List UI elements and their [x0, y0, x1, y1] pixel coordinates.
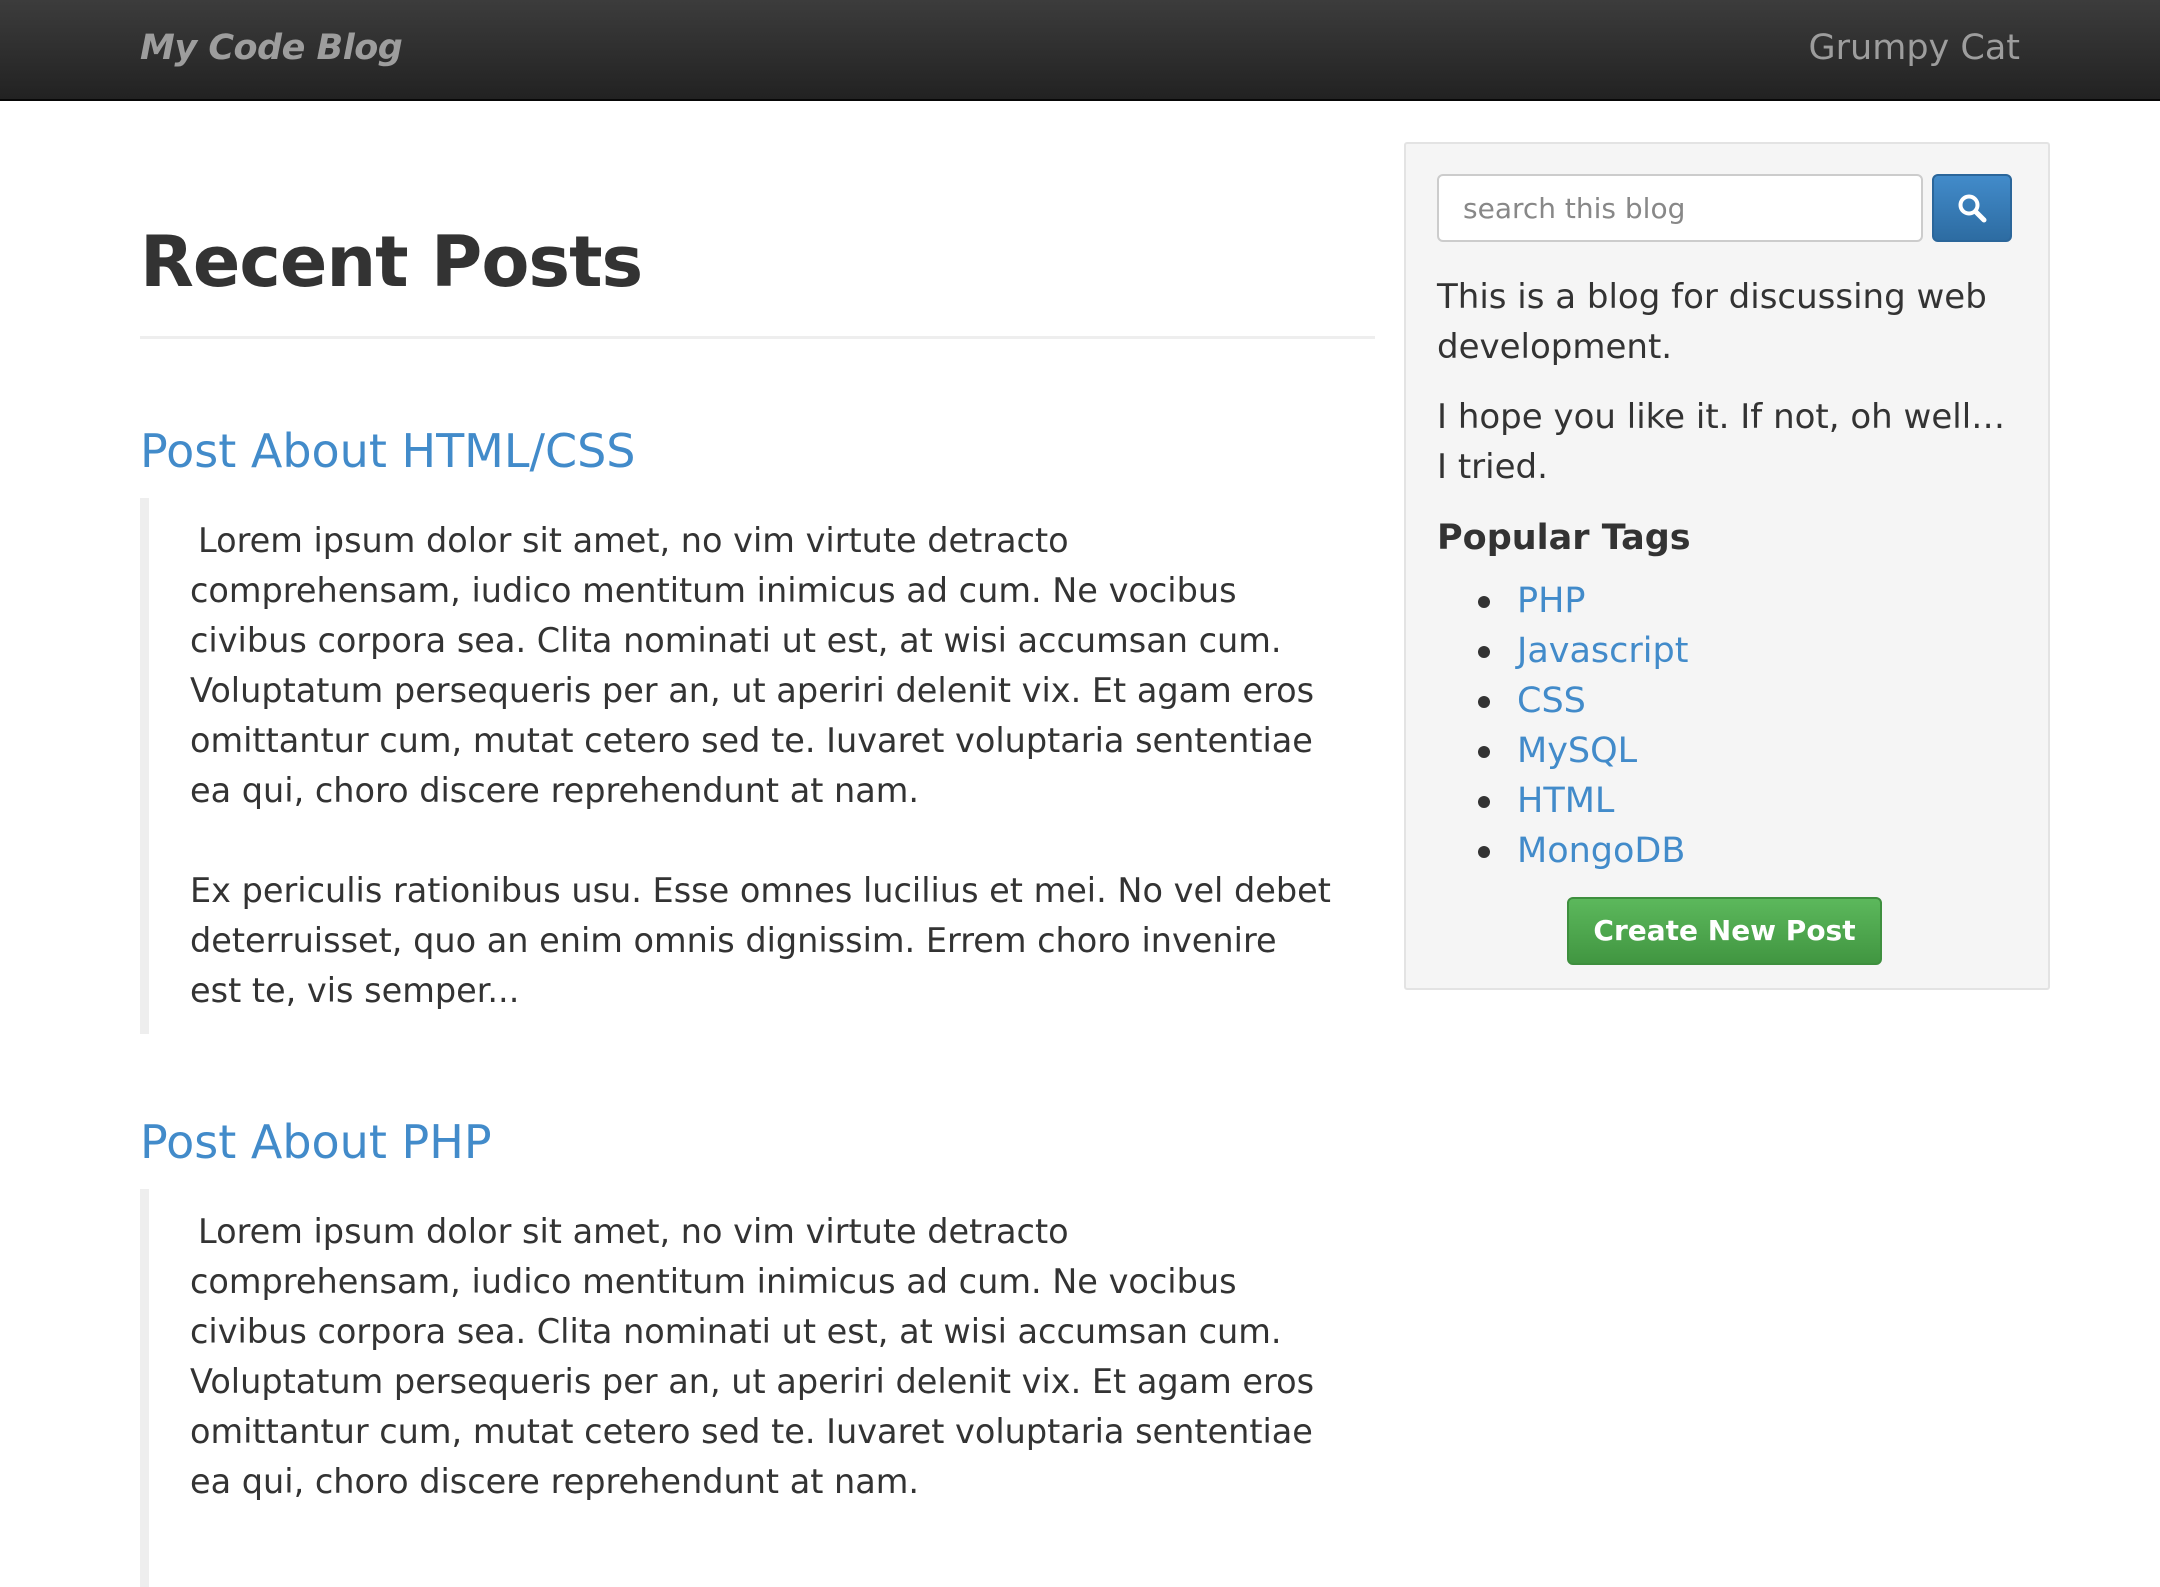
post-title-link[interactable]: Post About HTML/CSS [140, 416, 1375, 486]
post-title-link[interactable]: Post About PHP [140, 1107, 1375, 1177]
tag-item: MongoDB [1437, 826, 2012, 876]
blog-description: This is a blog for discussing web develo… [1437, 277, 1987, 367]
title-divider [140, 336, 1375, 339]
search-icon [1957, 193, 1987, 223]
post-item: Post About HTML/CSS Lorem ipsum dolor si… [140, 416, 1375, 1034]
tag-link-mysql[interactable]: MySQL [1517, 731, 1637, 771]
user-menu-link[interactable]: Grumpy Cat [1809, 28, 2020, 68]
bullet-icon [1478, 796, 1490, 808]
bullet-icon [1478, 696, 1490, 708]
tag-link-css[interactable]: CSS [1517, 681, 1586, 721]
create-new-post-button[interactable]: Create New Post [1567, 897, 1882, 965]
tag-item: MySQL [1437, 726, 2012, 776]
post-paragraph: Ex periculis rationibus usu. Esse omnes … [190, 871, 1331, 1010]
bullet-icon [1478, 746, 1490, 758]
search-input[interactable] [1437, 174, 1924, 242]
search-button[interactable] [1932, 174, 2012, 242]
brand-link[interactable]: My Code Blog [140, 28, 403, 68]
tag-item: HTML [1437, 776, 2012, 826]
post-excerpt: Lorem ipsum dolor sit amet, no vim virtu… [140, 1189, 1375, 1587]
post-excerpt: Lorem ipsum dolor sit amet, no vim virtu… [140, 498, 1375, 1034]
tag-item: CSS [1437, 676, 2012, 726]
page-title: Recent Posts [140, 221, 643, 303]
post-item: Post About PHP Lorem ipsum dolor sit ame… [140, 1107, 1375, 1587]
bullet-icon [1478, 646, 1490, 658]
sidebar-well: This is a blog for discussing web develo… [1404, 142, 2050, 990]
create-post-wrapper: Create New Post [1437, 897, 2012, 965]
tag-link-javascript[interactable]: Javascript [1517, 631, 1688, 671]
tag-list: PHP Javascript CSS MySQL HTML MongoDB [1437, 576, 2012, 876]
tag-link-php[interactable]: PHP [1517, 581, 1586, 621]
tag-link-mongodb[interactable]: MongoDB [1517, 831, 1685, 871]
tag-item: Javascript [1437, 626, 2012, 676]
navbar: My Code Blog Grumpy Cat [0, 0, 2160, 101]
bullet-icon [1478, 596, 1490, 608]
bullet-icon [1478, 846, 1490, 858]
popular-tags-heading: Popular Tags [1437, 518, 1691, 558]
search-form [1437, 174, 2012, 242]
post-paragraph: Lorem ipsum dolor sit amet, no vim virtu… [190, 521, 1315, 810]
tag-item: PHP [1437, 576, 2012, 626]
blog-description-secondary: I hope you like it. If not, oh well… I t… [1437, 397, 2006, 487]
post-paragraph: Lorem ipsum dolor sit amet, no vim virtu… [190, 1212, 1315, 1501]
tag-link-html[interactable]: HTML [1517, 781, 1614, 821]
